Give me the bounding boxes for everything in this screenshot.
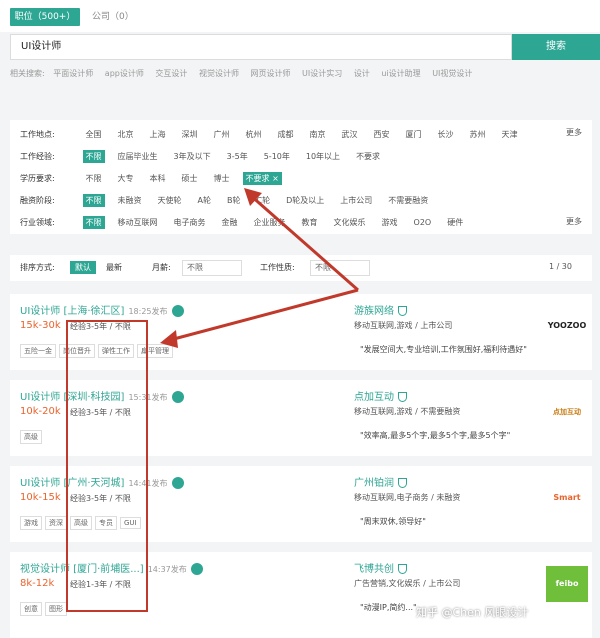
watermark: 知乎 @Chen 风眼设计 [416, 606, 529, 619]
annotation-arrows [160, 188, 359, 348]
page: 职位（500+） 公司（0） UI设计师 搜索 相关搜索: 平面设计师 app设… [0, 0, 600, 638]
annotation-arrowhead [160, 330, 178, 348]
annotation-arrow-line [169, 288, 359, 342]
annotation-arrow-line [249, 193, 359, 292]
